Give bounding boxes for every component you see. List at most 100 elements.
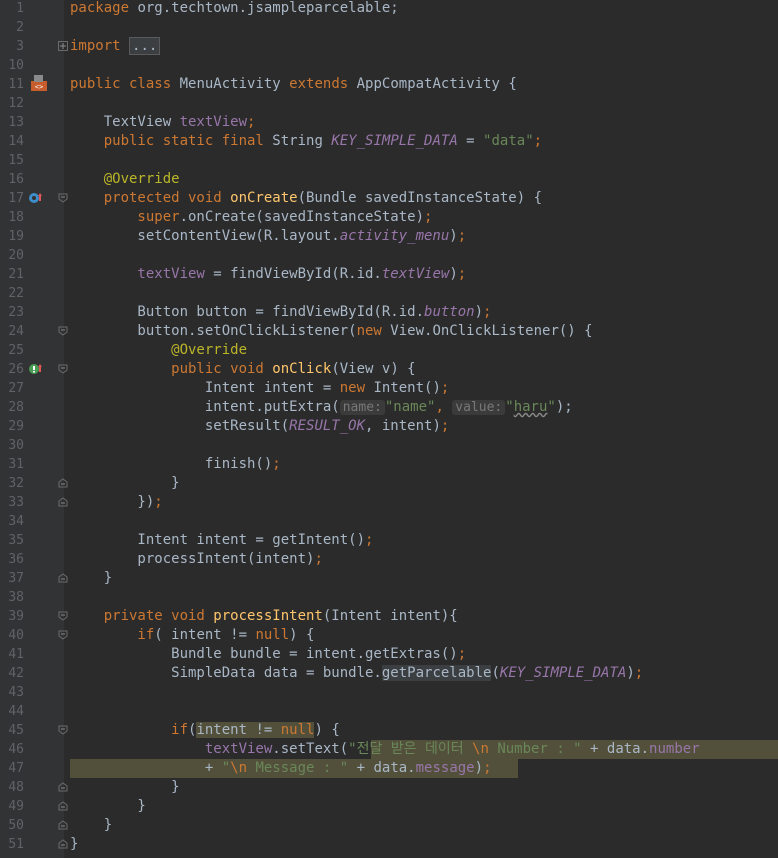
line-number: 1 [16, 1, 24, 16]
line-number: 33 [8, 495, 24, 510]
line-number: 19 [8, 229, 24, 244]
line-number: 29 [8, 419, 24, 434]
line-number: 49 [8, 799, 24, 814]
line-number: 17 [8, 191, 24, 206]
code-line: public static final String KEY_SIMPLE_DA… [70, 133, 543, 149]
code-editor[interactable]: 1 2 3 10 11 12 13 14 15 16 17 18 19 20 2… [0, 0, 778, 858]
code-line: protected void onCreate(Bundle savedInst… [70, 190, 543, 206]
line-number: 20 [8, 248, 24, 263]
code-line: Bundle bundle = intent.getExtras(); [70, 646, 467, 662]
code-line: textView = findViewById(R.id.textView); [70, 266, 467, 282]
code-line: super.onCreate(savedInstanceState); [70, 209, 433, 225]
fold-marker-icon[interactable] [58, 41, 68, 51]
code-line: setContentView(R.layout.activity_menu); [70, 228, 467, 244]
line-number: 26 [8, 362, 24, 377]
line-number: 38 [8, 590, 24, 605]
line-number: 36 [8, 552, 24, 567]
line-number: 30 [8, 438, 24, 453]
code-line: } [70, 779, 180, 795]
code-line: button.setOnClickListener(new View.OnCli… [70, 323, 593, 339]
line-number: 41 [8, 647, 24, 662]
line-number: 21 [8, 267, 24, 282]
line-number: 43 [8, 685, 24, 700]
code-line: } [70, 475, 180, 491]
line-number: 15 [8, 153, 24, 168]
fold-marker-icon[interactable] [58, 573, 68, 583]
line-number: 35 [8, 533, 24, 548]
fold-marker-icon[interactable] [58, 820, 68, 830]
implements-method-icon[interactable] [28, 191, 42, 205]
line-number: 27 [8, 381, 24, 396]
code-line: } [70, 817, 113, 833]
line-number: 50 [8, 818, 24, 833]
code-line: SimpleData data = bundle.getParcelable(K… [70, 665, 644, 681]
line-number: 46 [8, 742, 24, 757]
line-number: 3 [16, 39, 24, 54]
fold-marker-icon[interactable] [58, 611, 68, 621]
line-number: 32 [8, 476, 24, 491]
code-line: }); [70, 494, 163, 510]
code-line: } [70, 836, 79, 852]
line-number: 25 [8, 343, 24, 358]
line-number: 16 [8, 172, 24, 187]
fold-marker-icon[interactable] [58, 725, 68, 735]
fold-marker-icon[interactable] [58, 193, 68, 203]
folded-imports[interactable]: ... [129, 37, 161, 55]
line-number: 31 [8, 457, 24, 472]
line-number: 11 [8, 77, 24, 92]
line-number: 39 [8, 609, 24, 624]
parameter-hint: name: [339, 400, 385, 415]
gutter: 1 2 3 10 11 12 13 14 15 16 17 18 19 20 2… [0, 0, 68, 858]
line-number: 23 [8, 305, 24, 320]
fold-marker-icon[interactable] [58, 801, 68, 811]
line-number: 22 [8, 286, 24, 301]
override-method-icon[interactable] [28, 362, 42, 376]
code-line: Button button = findViewById(R.id.button… [70, 304, 492, 320]
code-line: processIntent(intent); [70, 551, 323, 567]
code-line: @Override [70, 342, 248, 358]
code-line: setResult(RESULT_OK, intent); [70, 418, 450, 434]
code-line: TextView textView; [70, 114, 256, 130]
code-line: } [70, 798, 146, 814]
code-line: if(intent != null) { [70, 722, 340, 738]
fold-marker-icon[interactable] [58, 630, 68, 640]
line-number: 48 [8, 780, 24, 795]
code-line: + "\n Message : " + data.message); [70, 760, 492, 776]
code-line: package org.techtown.jsampleparcelable; [70, 0, 399, 16]
svg-text:<>: <> [35, 83, 43, 91]
line-number: 12 [8, 96, 24, 111]
code-line: intent.putExtra(name: "name", value: "haru… [70, 399, 573, 415]
code-line: } [70, 570, 113, 586]
line-number: 47 [8, 761, 24, 776]
fold-marker-icon[interactable] [58, 782, 68, 792]
android-layout-icon[interactable]: <> [30, 74, 48, 92]
fold-marker-icon[interactable] [58, 839, 68, 849]
code-line: private void processIntent(Intent intent… [70, 608, 458, 624]
line-number: 13 [8, 115, 24, 130]
line-number: 51 [8, 837, 24, 852]
line-number: 28 [8, 400, 24, 415]
line-number: 45 [8, 723, 24, 738]
line-number: 10 [8, 58, 24, 73]
code-line: textView.setText("전달 받은 데이터 \n Number : … [70, 741, 700, 757]
fold-marker-icon[interactable] [58, 478, 68, 488]
line-number: 44 [8, 704, 24, 719]
line-number: 14 [8, 134, 24, 149]
line-number: 37 [8, 571, 24, 586]
fold-marker-icon[interactable] [58, 326, 68, 336]
code-line: Intent intent = getIntent(); [70, 532, 374, 548]
fold-marker-icon[interactable] [58, 497, 68, 507]
line-number: 2 [16, 20, 24, 35]
code-line: Intent intent = new Intent(); [70, 380, 450, 396]
fold-marker-icon[interactable] [58, 364, 68, 374]
line-number: 24 [8, 324, 24, 339]
line-number: 42 [8, 666, 24, 681]
parameter-hint: value: [452, 400, 506, 415]
code-line: finish(); [70, 456, 281, 472]
line-number: 18 [8, 210, 24, 225]
line-number: 34 [8, 514, 24, 529]
code-line: @Override [70, 171, 180, 187]
code-line: public class MenuActivity extends AppCom… [70, 76, 517, 92]
code-line: import ... [70, 37, 778, 56]
code-line: if( intent != null) { [70, 627, 315, 643]
